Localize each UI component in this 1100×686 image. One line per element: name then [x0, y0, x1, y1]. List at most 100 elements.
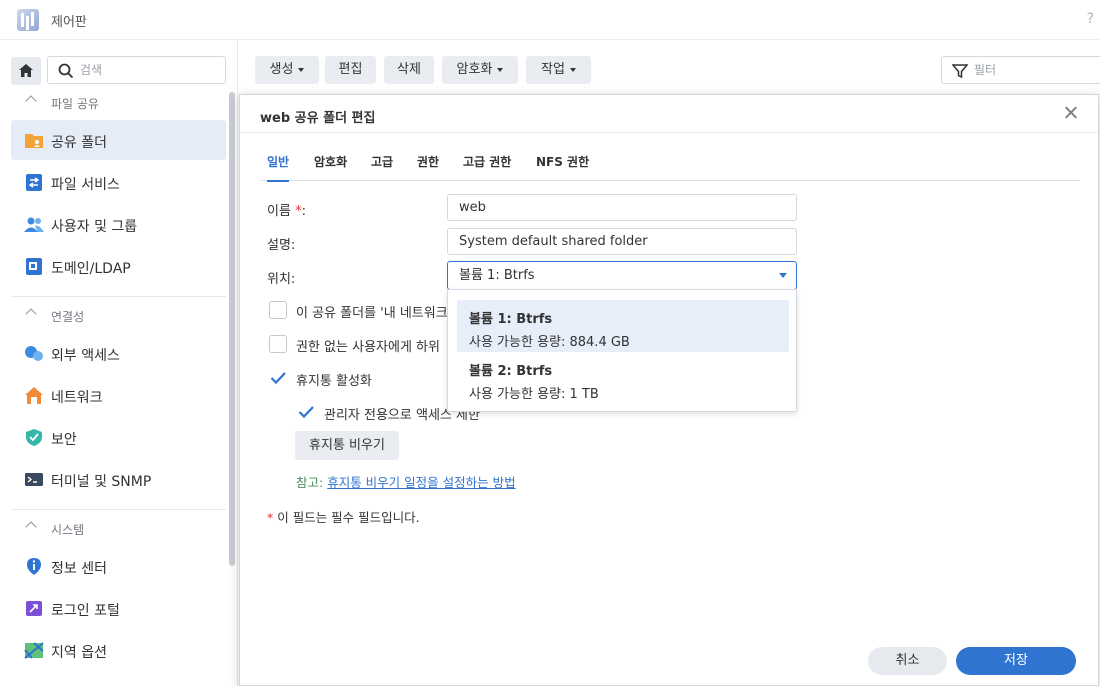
option-subtitle: 사용 가능한 용량: 884.4 GB: [469, 335, 630, 350]
recycle-bin-checkbox[interactable]: [269, 369, 287, 387]
regional-options-icon: [24, 642, 44, 659]
name-label: 이름 *:: [267, 200, 306, 219]
sidebar-item-label: 보안: [51, 432, 77, 448]
dialog-header-divider: [240, 132, 1098, 133]
network-icon: [25, 387, 43, 404]
sidebar-item-shared-folder[interactable]: 공유 폴더: [11, 120, 226, 160]
location-select[interactable]: 볼륨 1: Btrfs: [447, 261, 797, 290]
dialog-tabs: 일반 암호화 고급 권한 고급 권한 NFS 권한: [260, 153, 1080, 182]
cancel-button[interactable]: 취소: [868, 647, 947, 675]
section-header-file-sharing[interactable]: 파일 공유: [0, 88, 226, 118]
sidebar-item-terminal-snmp[interactable]: 터미널 및 SNMP: [11, 459, 226, 499]
section-label: 파일 공유: [51, 97, 99, 111]
tab-advanced-permissions[interactable]: 고급 권한: [463, 153, 511, 181]
external-access-icon: [25, 346, 43, 361]
domain-ldap-icon: [26, 258, 42, 275]
tab-general[interactable]: 일반: [267, 153, 290, 182]
section-label: 연결성: [51, 310, 85, 324]
tab-encryption[interactable]: 암호화: [314, 153, 347, 181]
create-button[interactable]: 생성: [255, 56, 319, 84]
control-panel-icon: [17, 9, 39, 31]
shared-folder-icon: [25, 134, 43, 148]
hide-subfolders-label: 권한 없는 사용자에게 하위: [296, 340, 440, 355]
sidebar-item-label: 로그인 포털: [51, 603, 120, 619]
name-field[interactable]: web: [447, 194, 797, 221]
sidebar-item-label: 지역 옵션: [51, 645, 107, 661]
hide-network-places-label: 이 공유 폴더를 '내 네트워크: [296, 306, 448, 321]
option-title: 볼륨 1: Btrfs: [469, 312, 553, 327]
sidebar-item-label: 도메인/LDAP: [51, 261, 131, 277]
recycle-bin-schedule-link[interactable]: 휴지통 비우기 일정을 설정하는 방법: [327, 475, 515, 490]
close-icon[interactable]: [1064, 105, 1078, 119]
location-dropdown: 볼륨 1: Btrfs 사용 가능한 용량: 884.4 GB 볼륨 2: Bt…: [447, 289, 797, 412]
users-groups-icon: [24, 217, 44, 232]
location-option-volume-2[interactable]: 볼륨 2: Btrfs 사용 가능한 용량: 1 TB: [457, 352, 789, 404]
sidebar-item-info-center[interactable]: 정보 센터: [11, 546, 226, 586]
section-header-system[interactable]: 시스템: [0, 514, 226, 544]
section-header-connectivity[interactable]: 연결성: [0, 301, 226, 331]
tab-nfs-permissions[interactable]: NFS 권한: [536, 153, 589, 181]
check-icon: [298, 406, 314, 419]
sidebar-search-input[interactable]: [80, 60, 220, 80]
sidebar-item-network[interactable]: 네트워크: [11, 375, 226, 415]
chevron-up-icon: [25, 308, 37, 320]
sidebar-item-login-portal[interactable]: 로그인 포털: [11, 588, 226, 628]
sidebar-item-label: 공유 폴더: [51, 135, 107, 151]
filter-input[interactable]: [974, 60, 1074, 80]
name-label-text: 이름: [267, 204, 296, 219]
home-button[interactable]: [11, 57, 41, 85]
edit-label: 편집: [338, 62, 363, 77]
title-bar: 제어판 ?: [0, 0, 1100, 40]
chevron-up-icon: [25, 521, 37, 533]
encryption-label: 암호화: [456, 62, 493, 77]
required-note-text: 이 필드는 필수 필드입니다.: [273, 510, 420, 525]
sidebar-item-external-access[interactable]: 외부 액세스: [11, 333, 226, 373]
delete-label: 삭제: [397, 62, 421, 77]
sidebar-item-label: 터미널 및 SNMP: [51, 474, 152, 490]
section-divider: [11, 509, 226, 510]
caret-down-icon: [779, 273, 787, 278]
action-button[interactable]: 작업: [526, 56, 591, 84]
file-services-icon: [26, 174, 42, 191]
filter-icon: [952, 64, 968, 79]
sidebar-scrollbar[interactable]: [229, 92, 235, 566]
tab-permissions[interactable]: 권한: [417, 153, 439, 181]
sidebar-item-label: 외부 액세스: [51, 348, 120, 364]
recycle-bin-label: 휴지통 활성화: [296, 374, 372, 389]
sidebar-item-users-groups[interactable]: 사용자 및 그룹: [11, 204, 226, 244]
caret-down-icon: [497, 67, 504, 72]
sidebar-item-security[interactable]: 보안: [11, 417, 226, 457]
help-icon[interactable]: ?: [1087, 11, 1094, 27]
encryption-button[interactable]: 암호화: [442, 56, 518, 84]
admin-only-checkbox[interactable]: [297, 403, 315, 421]
delete-button[interactable]: 삭제: [384, 56, 434, 84]
sidebar-search[interactable]: [47, 56, 226, 84]
sidebar-item-label: 정보 센터: [51, 561, 107, 577]
location-option-volume-1[interactable]: 볼륨 1: Btrfs 사용 가능한 용량: 884.4 GB: [457, 300, 789, 352]
sidebar-item-regional-options[interactable]: 지역 옵션: [11, 630, 226, 670]
save-button[interactable]: 저장: [956, 647, 1076, 675]
chevron-up-icon: [25, 95, 37, 107]
description-field[interactable]: System default shared folder: [447, 228, 797, 255]
tab-advanced[interactable]: 고급: [371, 153, 393, 181]
login-portal-icon: [26, 601, 42, 616]
window-title: 제어판: [51, 15, 87, 30]
hide-subfolders-checkbox[interactable]: [269, 335, 287, 353]
empty-recycle-bin-button[interactable]: 휴지통 비우기: [295, 431, 399, 460]
search-icon: [58, 63, 74, 79]
caret-down-icon: [298, 67, 305, 72]
sidebar: 파일 공유 공유 폴더 파일 서비스 사용자 및 그룹 도메인/LDAP 연결성…: [0, 40, 238, 686]
info-center-icon: [27, 558, 41, 575]
sidebar-item-domain-ldap[interactable]: 도메인/LDAP: [11, 246, 226, 286]
description-label: 설명:: [267, 238, 296, 253]
hide-network-places-checkbox[interactable]: [269, 301, 287, 319]
filter-field[interactable]: [941, 56, 1100, 84]
edit-button[interactable]: 편집: [325, 56, 376, 84]
security-shield-icon: [26, 429, 42, 446]
note-text: 참고: 휴지통 비우기 일정을 설정하는 방법: [296, 472, 516, 491]
required-fields-note: * 이 필드는 필수 필드입니다.: [267, 507, 420, 526]
home-icon: [19, 64, 33, 77]
sidebar-item-file-services[interactable]: 파일 서비스: [11, 162, 226, 202]
create-label: 생성: [269, 62, 294, 77]
location-label: 위치:: [267, 272, 296, 287]
